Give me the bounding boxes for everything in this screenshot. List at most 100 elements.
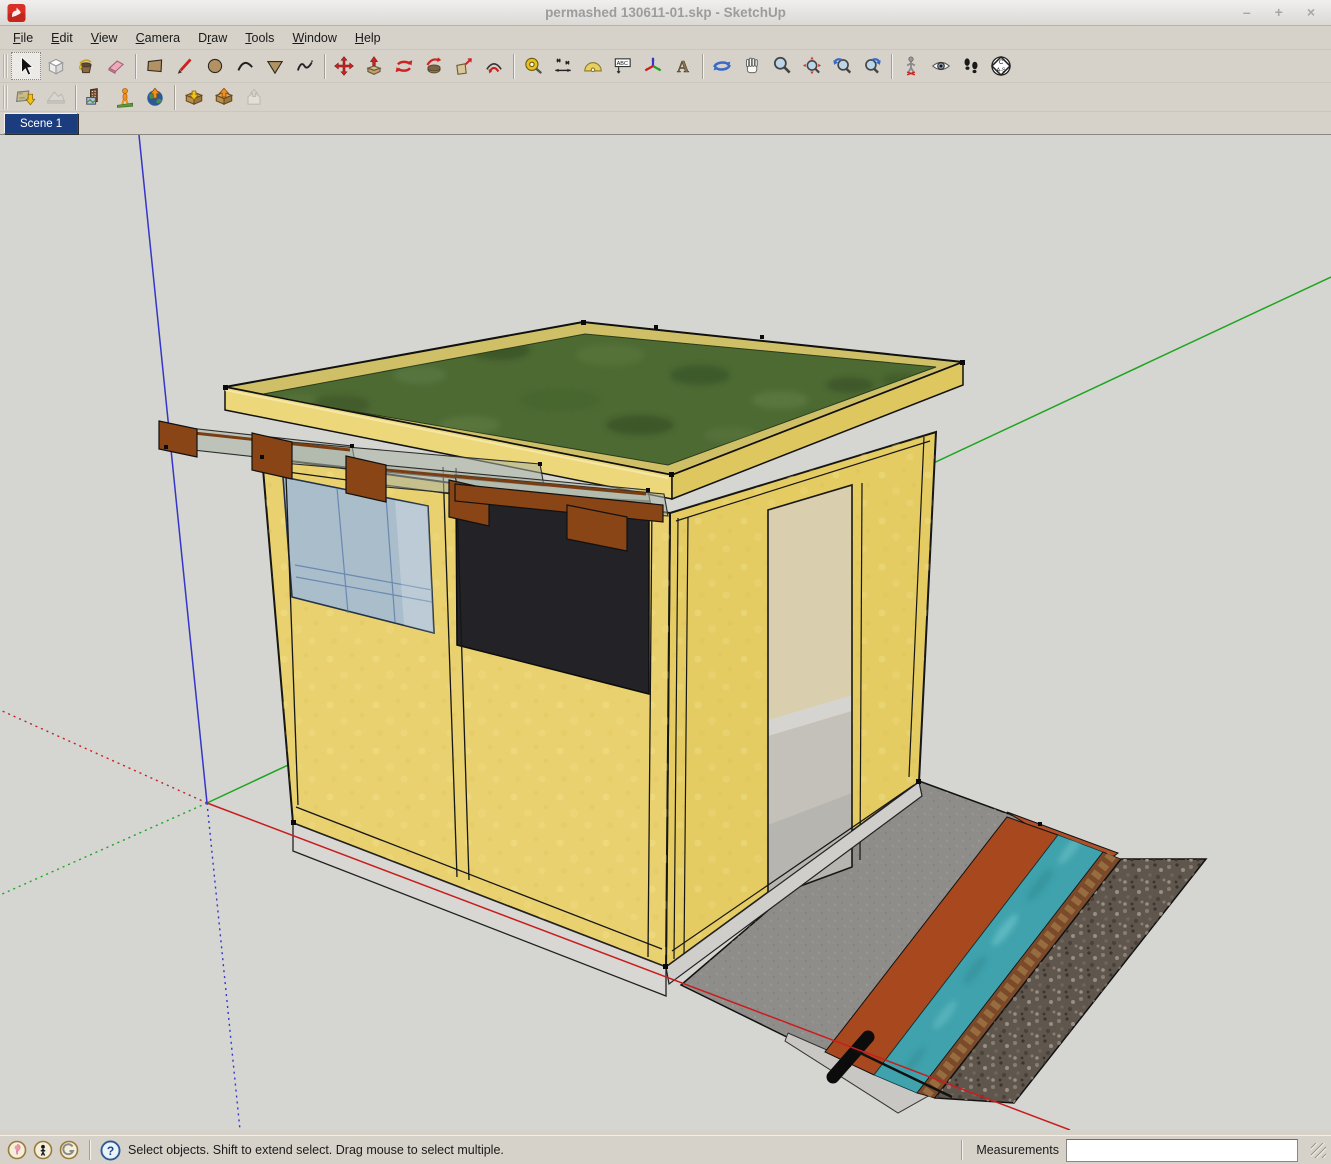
toolbar-separator <box>324 53 325 79</box>
orbit-icon <box>713 61 731 71</box>
circle-icon <box>207 58 223 74</box>
pencil-icon <box>177 58 192 74</box>
follow-me-tool-button[interactable] <box>419 52 449 80</box>
get-models-icon <box>184 90 204 105</box>
move-icon <box>334 56 354 76</box>
window-title: permashed 130611-01.skp - SketchUp <box>545 5 786 20</box>
select-tool-button[interactable] <box>11 52 41 80</box>
status-bar: ? Select objects. Shift to extend select… <box>0 1135 1331 1164</box>
menu-bar: File Edit View Camera Draw Tools Window … <box>0 26 1331 50</box>
offset-tool-button[interactable] <box>479 52 509 80</box>
attribution-icon[interactable] <box>7 1140 27 1160</box>
zoom-previous-icon <box>833 58 852 74</box>
zoom-extents-button[interactable] <box>797 52 827 80</box>
scene-tab-bar: Scene 1 <box>0 112 1331 135</box>
rotate-tool-button[interactable] <box>389 52 419 80</box>
google-toolbar <box>0 83 1331 112</box>
geolocation-icon[interactable] <box>59 1140 79 1160</box>
arc-tool-button[interactable] <box>230 52 260 80</box>
polygon-tool-button[interactable] <box>260 52 290 80</box>
menu-edit[interactable]: Edit <box>42 28 82 48</box>
paint-bucket-button[interactable] <box>71 52 101 80</box>
push-pull-tool-button[interactable] <box>359 52 389 80</box>
photo-textures-button[interactable] <box>80 84 110 110</box>
position-camera-icon <box>906 56 916 76</box>
sketchup-logo-icon <box>7 3 26 22</box>
3d-text-tool-button[interactable]: A <box>668 52 698 80</box>
doorway-interior-wall[interactable] <box>768 485 852 720</box>
toolbar-separator <box>75 84 76 110</box>
menu-help[interactable]: Help <box>346 28 390 48</box>
measurements-input[interactable] <box>1066 1138 1298 1162</box>
scale-tool-button[interactable] <box>449 52 479 80</box>
google-earth-icon <box>147 87 163 106</box>
help-icon[interactable]: ? <box>100 1140 121 1161</box>
measurements-label: Measurements <box>976 1143 1059 1157</box>
arc-icon <box>237 61 253 71</box>
section-plane-button[interactable]: C A-S <box>986 52 1016 80</box>
maximize-button[interactable]: + <box>1275 0 1283 25</box>
zoom-next-button[interactable] <box>857 52 887 80</box>
title-bar: permashed 130611-01.skp - SketchUp – + × <box>0 0 1331 26</box>
menu-draw[interactable]: Draw <box>189 28 236 48</box>
rectangle-tool-button[interactable] <box>140 52 170 80</box>
text-tool-button[interactable]: ABC <box>608 52 638 80</box>
zoom-tool-button[interactable] <box>767 52 797 80</box>
menu-camera[interactable]: Camera <box>127 28 189 48</box>
freehand-icon <box>296 59 314 71</box>
model-credit-icon[interactable] <box>33 1140 53 1160</box>
close-button[interactable]: × <box>1307 0 1315 25</box>
push-pull-icon <box>366 56 382 76</box>
svg-text:?: ? <box>107 1143 114 1157</box>
line-tool-button[interactable] <box>170 52 200 80</box>
move-tool-button[interactable] <box>329 52 359 80</box>
look-around-button[interactable] <box>926 52 956 80</box>
walk-footprints-icon <box>964 58 978 74</box>
pan-tool-button[interactable] <box>737 52 767 80</box>
protractor-icon <box>584 62 602 73</box>
position-camera-button[interactable] <box>896 52 926 80</box>
scene-tab-label: Scene 1 <box>20 117 63 130</box>
protractor-tool-button[interactable] <box>578 52 608 80</box>
menu-view[interactable]: View <box>82 28 127 48</box>
axes-icon <box>644 57 662 72</box>
tape-measure-button[interactable] <box>518 52 548 80</box>
orbit-tool-button[interactable] <box>707 52 737 80</box>
component-cube-icon <box>48 58 64 75</box>
street-view-pegman-button[interactable] <box>110 84 140 110</box>
status-separator <box>89 1140 90 1160</box>
scene-tab-1[interactable]: Scene 1 <box>4 113 79 134</box>
follow-me-icon <box>426 57 442 74</box>
dimension-icon <box>555 58 571 73</box>
drawing-viewport[interactable] <box>0 134 1331 1131</box>
preview-in-google-earth-button[interactable] <box>140 84 170 110</box>
rectangle-icon <box>147 59 163 73</box>
resize-grip[interactable] <box>1311 1142 1326 1158</box>
minimize-button[interactable]: – <box>1243 0 1251 25</box>
zoom-previous-button[interactable] <box>827 52 857 80</box>
axes-tool-button[interactable] <box>638 52 668 80</box>
share-component-button[interactable] <box>239 84 269 110</box>
freehand-tool-button[interactable] <box>290 52 320 80</box>
toggle-terrain-button[interactable] <box>41 84 71 110</box>
toolbar-separator <box>513 53 514 79</box>
offset-icon <box>486 63 502 74</box>
dimension-tool-button[interactable] <box>548 52 578 80</box>
share-model-button[interactable] <box>209 84 239 110</box>
eraser-icon <box>108 60 125 74</box>
menu-file[interactable]: File <box>4 28 42 48</box>
svg-text:ABC: ABC <box>617 61 628 67</box>
menu-window[interactable]: Window <box>283 28 345 48</box>
walk-tool-button[interactable] <box>956 52 986 80</box>
circle-tool-button[interactable] <box>200 52 230 80</box>
make-component-button[interactable] <box>41 52 71 80</box>
toolbar-grip[interactable] <box>3 85 8 109</box>
svg-text:A: A <box>677 57 689 76</box>
share-component-icon <box>247 88 261 105</box>
menu-tools[interactable]: Tools <box>236 28 283 48</box>
get-models-button[interactable] <box>179 84 209 110</box>
add-location-button[interactable] <box>11 84 41 110</box>
eraser-button[interactable] <box>101 52 131 80</box>
toolbar-separator <box>891 53 892 79</box>
toolbar-grip[interactable] <box>3 54 8 78</box>
